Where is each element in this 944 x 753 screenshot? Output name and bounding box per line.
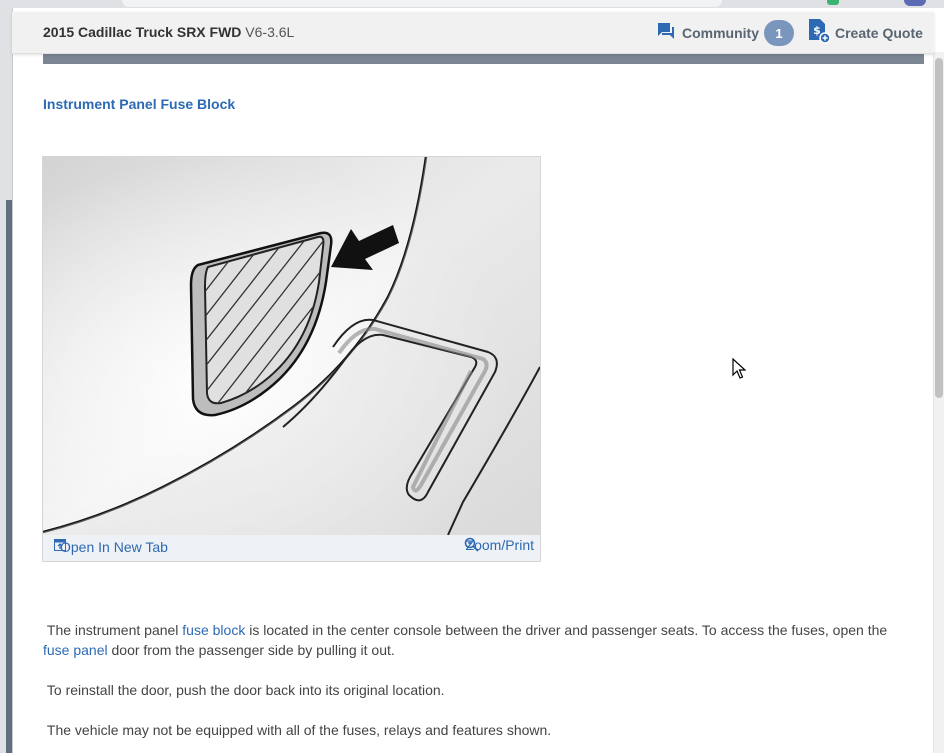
address-bar[interactable] — [122, 0, 722, 7]
quote-document-icon: $ — [807, 18, 831, 49]
equipment-note-paragraph: The vehicle may not be equipped with all… — [43, 720, 913, 740]
paragraph-text: The instrument panel — [46, 622, 183, 638]
paragraph-text: The vehicle may not be equipped with all… — [46, 722, 552, 738]
paragraph-text: door from the passenger side by pulling … — [107, 642, 395, 658]
community-button[interactable]: Community 1 — [656, 19, 794, 47]
fuse-block-figure: Open In New Tab Zoom/Print — [42, 156, 541, 562]
fuse-block-link[interactable]: fuse block — [182, 622, 245, 638]
taskbar-edge — [6, 200, 12, 753]
community-label: Community — [682, 25, 759, 41]
reinstall-paragraph: To reinstall the door, push the door bac… — [43, 680, 913, 700]
paragraph-text: To reinstall the door, push the door bac… — [46, 682, 445, 698]
open-in-new-tab-link[interactable]: Open In New Tab — [54, 539, 168, 555]
paragraph-text: is located in the center console between… — [245, 622, 888, 638]
window-edge — [0, 0, 13, 753]
create-quote-label: Create Quote — [835, 25, 923, 41]
chat-icon — [656, 22, 676, 45]
fuse-panel-link[interactable]: fuse panel — [43, 642, 108, 658]
open-in-new-tab-label: Open In New Tab — [60, 539, 168, 555]
browser-toolbar — [12, 0, 944, 8]
app-header: 2015 Cadillac Truck SRX FWD V6-3.6L Comm… — [12, 12, 934, 54]
mouse-pointer-icon — [732, 357, 747, 385]
create-quote-button[interactable]: $ Create Quote — [807, 18, 923, 49]
extension-icon[interactable] — [827, 0, 839, 5]
svg-text:$: $ — [813, 24, 821, 37]
page-title: Instrument Panel Fuse Block — [43, 96, 236, 112]
vehicle-engine: V6-3.6L — [245, 24, 295, 40]
vehicle-title: 2015 Cadillac Truck SRX FWD V6-3.6L — [43, 24, 294, 40]
scrollbar-thumb[interactable] — [935, 58, 943, 398]
zoom-print-link[interactable]: Zoom/Print — [464, 537, 534, 553]
fuse-block-illustration — [43, 157, 540, 535]
vehicle-make: 2015 Cadillac Truck SRX FWD — [43, 24, 242, 40]
community-count-badge: 1 — [764, 20, 794, 46]
description-paragraph: The instrument panel fuse block is locat… — [43, 620, 913, 660]
profile-avatar[interactable] — [904, 0, 926, 6]
figure-toolbar: Open In New Tab Zoom/Print — [43, 535, 540, 561]
